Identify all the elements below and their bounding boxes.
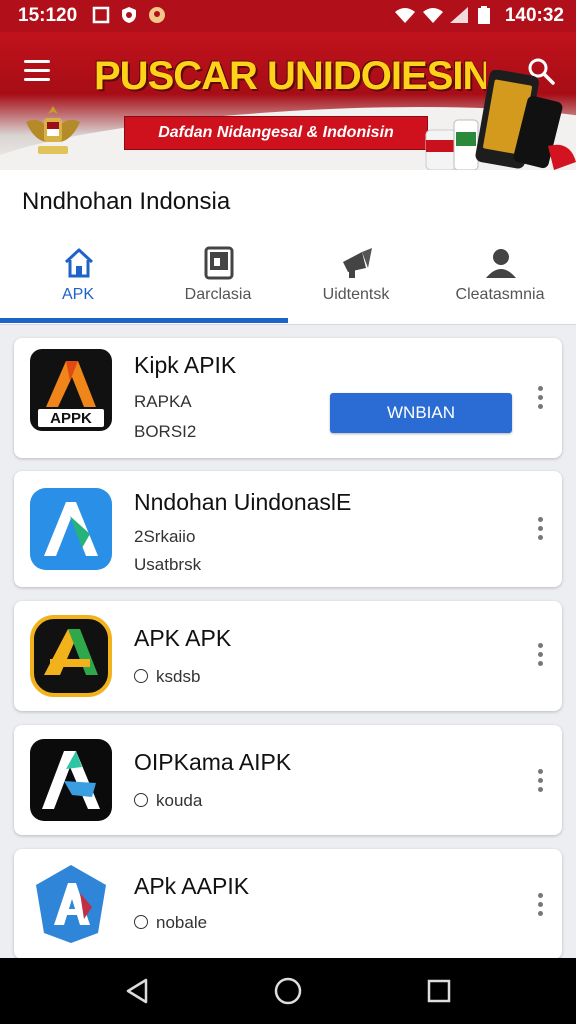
teal-a-app-icon bbox=[30, 739, 112, 821]
app-banner: PUSCAR UNIDOIESIN Dafdan Nidangesal & In… bbox=[0, 32, 576, 170]
active-tab-indicator bbox=[0, 318, 288, 323]
app-card[interactable]: APPK Kipk APIK RAPKA BORSI2 WNBIAN bbox=[14, 338, 562, 458]
app-name: Nndohan UindonaslЕ bbox=[134, 489, 352, 515]
more-options-icon[interactable] bbox=[536, 517, 544, 541]
circle-icon bbox=[134, 793, 148, 807]
more-options-icon[interactable] bbox=[536, 386, 544, 410]
tab-uidtentsk-label: Uidtentsk bbox=[322, 286, 390, 303]
app-card[interactable]: APK APK ksdsb bbox=[14, 601, 562, 711]
location-icon bbox=[149, 7, 165, 23]
tab-darclasia-label: Darclasia bbox=[184, 286, 252, 303]
app-developer: RAPKA bbox=[134, 392, 192, 411]
wifi-signal-icon bbox=[423, 8, 443, 23]
shield-a-app-icon bbox=[36, 865, 106, 943]
cell-signal-icon bbox=[450, 7, 468, 23]
home-circle-icon[interactable] bbox=[273, 976, 303, 1006]
app-name: APk AAPIK bbox=[134, 873, 250, 899]
home-icon bbox=[64, 248, 94, 278]
tab-apk[interactable]: APK bbox=[6, 232, 150, 324]
app-card[interactable]: APk AAPIK nobale bbox=[14, 849, 562, 959]
blue-a-app-icon bbox=[30, 488, 112, 570]
app-card[interactable]: OIPKama AIPK kouda bbox=[14, 725, 562, 835]
status-time: 15:120 bbox=[18, 5, 78, 26]
app-downloads: kouda bbox=[134, 791, 202, 811]
app-downloads: ksdsb bbox=[134, 667, 200, 687]
app-category: Usatbrsk bbox=[134, 555, 202, 574]
app-name: APK APK bbox=[134, 625, 232, 651]
tab-uidtentsk[interactable]: Uidtentsk bbox=[284, 232, 428, 324]
install-button[interactable]: WNBIAN bbox=[330, 393, 512, 433]
apk-app-icon: APPK bbox=[30, 349, 112, 431]
page-title: Nndhohan Indonsia bbox=[22, 188, 231, 215]
back-icon[interactable] bbox=[122, 976, 152, 1006]
menu-button[interactable] bbox=[24, 60, 50, 82]
app-card[interactable]: Nndohan UindonaslЕ 2Srkaiio Usatbrsk bbox=[14, 471, 562, 587]
status-clock: 140:32 bbox=[504, 5, 564, 26]
garuda-emblem-icon bbox=[26, 106, 80, 154]
app-name: Kipk APIK bbox=[134, 352, 237, 378]
megaphone-icon bbox=[343, 248, 372, 278]
battery-icon bbox=[478, 6, 490, 24]
app-downloads: nobale bbox=[134, 913, 207, 933]
tab-cleatasmnia-label: Cleatasmnia bbox=[455, 286, 545, 303]
tab-darclasia[interactable]: Darclasia bbox=[146, 232, 290, 324]
app-downloads-text: nobale bbox=[156, 913, 208, 932]
more-options-icon[interactable] bbox=[536, 893, 544, 917]
green-a-app-icon bbox=[30, 615, 112, 697]
banner-subtitle: Dafdan Nidangesal & Indonisin bbox=[124, 116, 428, 150]
app-downloads-text: kouda bbox=[156, 791, 203, 810]
person-icon bbox=[486, 249, 516, 278]
svg-text:APPK: APPK bbox=[50, 410, 92, 427]
tab-bar: APK Darclasia Uidtentsk Cleatasmnia bbox=[0, 232, 576, 325]
tab-apk-label: APK bbox=[61, 286, 94, 303]
app-name: OIPKama AIPK bbox=[134, 749, 292, 775]
page-header: Nndhohan Indonsia bbox=[0, 170, 576, 232]
app-developer: 2Srkaiio bbox=[134, 527, 196, 546]
products-illustration bbox=[425, 70, 576, 170]
system-nav-bar bbox=[0, 958, 576, 1024]
tab-cleatasmnia[interactable]: Cleatasmnia bbox=[428, 232, 572, 324]
status-bar: 15:120 140:32 bbox=[0, 0, 576, 32]
recents-icon[interactable] bbox=[424, 976, 454, 1006]
circle-icon bbox=[134, 915, 148, 929]
shield-icon bbox=[122, 7, 136, 23]
app-version: BORSI2 bbox=[134, 422, 197, 441]
circle-icon bbox=[134, 669, 148, 683]
notification-square-icon bbox=[92, 6, 110, 24]
app-downloads-text: ksdsb bbox=[156, 667, 201, 686]
tablet-icon bbox=[204, 246, 234, 280]
more-options-icon[interactable] bbox=[536, 643, 544, 667]
more-options-icon[interactable] bbox=[536, 769, 544, 793]
wifi-icon bbox=[395, 8, 415, 23]
